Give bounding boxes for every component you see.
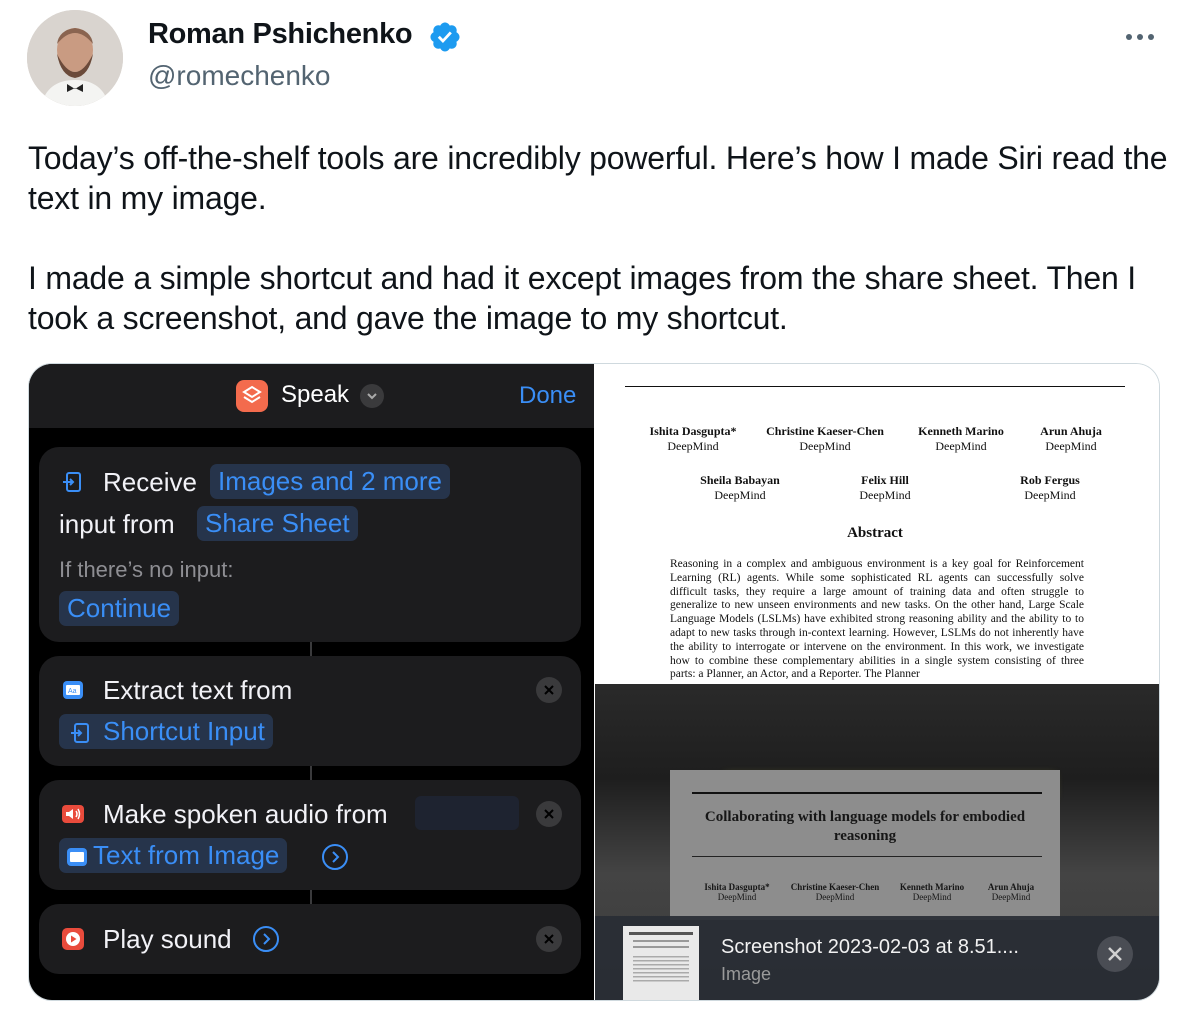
toast-subtitle: Image (721, 964, 772, 984)
shortcut-header: Speak Done (29, 364, 594, 428)
input-types-token[interactable]: Images and 2 more (210, 464, 451, 499)
title-rule (692, 856, 1042, 857)
paper-author: Christine Kaeser-Chen DeepMind (755, 424, 895, 454)
title-rule (625, 386, 1125, 387)
author-name: Felix Hill (861, 473, 909, 487)
text-recognition-icon (67, 848, 87, 866)
author-org: DeepMind (667, 439, 719, 453)
author-name: Ishita Dasgupta* (704, 882, 770, 892)
extract-text-action-card[interactable]: Aa Extract text from Shortcut Input (39, 656, 581, 766)
text-recognition-icon: Aa (63, 681, 83, 699)
author-org: DeepMind (991, 892, 1031, 902)
spoken-audio-action-card[interactable]: Make spoken audio from Text from Image (39, 780, 581, 890)
author-org: DeepMind (935, 439, 987, 453)
text-from-image-token[interactable]: Text from Image (59, 838, 288, 873)
tweet-paragraph: I made a simple shortcut and had it exce… (28, 260, 1136, 336)
input-from-label: input from (59, 509, 175, 539)
author-handle[interactable]: @romechenko (148, 60, 331, 92)
shortcut-title[interactable]: Speak (281, 381, 349, 409)
author-org: DeepMind (799, 439, 851, 453)
author-name: Rob Fergus (1020, 473, 1080, 487)
toast-title[interactable]: Screenshot 2023-02-03 at 8.51.... (721, 936, 1019, 959)
remove-action-icon[interactable] (536, 801, 562, 827)
tweet-paragraph: Today’s off-the-shelf tools are incredib… (28, 140, 1168, 216)
remove-action-icon[interactable] (536, 677, 562, 703)
abstract-heading: Abstract (847, 525, 903, 541)
chevron-right-circle-icon[interactable] (251, 924, 281, 954)
author-org: DeepMind (815, 892, 855, 902)
author-name: Christine Kaeser-Chen (790, 882, 880, 892)
play-sound-action-card[interactable]: Play sound (39, 904, 581, 974)
chevron-right-circle-icon[interactable] (320, 842, 350, 872)
author-org: DeepMind (714, 488, 766, 502)
author-name: Kenneth Marino (899, 882, 965, 892)
extract-text-label: Extract text from (103, 675, 293, 705)
title-rule (692, 792, 1042, 794)
paper-author: Felix Hill DeepMind (845, 473, 925, 503)
share-sheet-token[interactable]: Share Sheet (197, 506, 358, 541)
author-name[interactable]: Roman Pshichenko (148, 18, 413, 51)
done-button[interactable]: Done (519, 382, 576, 410)
photo-author: Ishita Dasgupta* DeepMind (694, 882, 780, 902)
author-name: Arun Ahuja (1040, 424, 1102, 438)
connector-line (310, 890, 312, 904)
paper-author: Ishita Dasgupta* DeepMind (643, 424, 743, 454)
more-options-icon[interactable] (1122, 22, 1158, 52)
shortcut-input-icon (71, 723, 89, 743)
avatar-photo (27, 10, 123, 106)
author-name: Sheila Babayan (700, 473, 780, 487)
paper-author: Rob Fergus DeepMind (1007, 473, 1093, 503)
connector-line (310, 642, 312, 656)
spoken-audio-label: Make spoken audio from (103, 799, 388, 829)
speaker-icon (62, 805, 84, 823)
author-name: Arun Ahuja (987, 882, 1035, 892)
avatar[interactable] (27, 10, 123, 106)
author-org: DeepMind (912, 892, 952, 902)
remove-action-icon[interactable] (536, 926, 562, 952)
svg-text:Aa: Aa (68, 688, 77, 695)
tweet-text: Today’s off-the-shelf tools are incredib… (28, 138, 1168, 338)
photo-author: Arun Ahuja DeepMind (976, 882, 1046, 902)
paper-author: Arun Ahuja DeepMind (1027, 424, 1115, 454)
photo-author: Kenneth Marino DeepMind (892, 882, 972, 902)
connector-line (310, 766, 312, 780)
paper-screenshot: Ishita Dasgupta* DeepMind Christine Kaes… (595, 364, 1159, 684)
close-icon[interactable] (1097, 936, 1133, 972)
receive-label: Receive (103, 467, 197, 497)
play-icon (62, 928, 84, 950)
screenshot-toast[interactable]: Screenshot 2023-02-03 at 8.51.... Image (595, 916, 1159, 1000)
empty-parameter-field[interactable] (415, 796, 519, 830)
play-sound-label: Play sound (103, 924, 232, 954)
camera-photo: Collaborating with language models for e… (595, 684, 1159, 1000)
receive-action-card[interactable]: Receive Images and 2 more input from Sha… (39, 447, 581, 642)
receive-icon (63, 472, 81, 492)
no-input-label: If there’s no input: (59, 557, 234, 582)
author-org: DeepMind (1045, 439, 1097, 453)
author-org: DeepMind (859, 488, 911, 502)
author-name: Kenneth Marino (918, 424, 1004, 438)
shortcuts-app-icon (236, 380, 268, 412)
shortcuts-screenshot[interactable]: Speak Done Receive Images and 2 more inp… (29, 364, 594, 1000)
photo-paper-title: Collaborating with language models for e… (704, 809, 1026, 844)
verified-badge-icon (430, 22, 460, 52)
author-org: DeepMind (1024, 488, 1076, 502)
author-org: DeepMind (717, 892, 757, 902)
photographed-paper: Collaborating with language models for e… (670, 770, 1060, 920)
paper-author: Sheila Babayan DeepMind (690, 473, 790, 503)
chevron-down-icon[interactable] (360, 384, 384, 408)
photo-author: Christine Kaeser-Chen DeepMind (782, 882, 888, 902)
screenshot-thumbnail[interactable] (623, 926, 699, 1000)
paper-author: Kenneth Marino DeepMind (911, 424, 1011, 454)
author-name: Ishita Dasgupta* (649, 424, 737, 438)
continue-token[interactable]: Continue (59, 591, 180, 626)
tweet-media[interactable]: Speak Done Receive Images and 2 more inp… (28, 363, 1160, 1001)
author-name: Christine Kaeser-Chen (766, 424, 884, 438)
abstract-body: Reasoning in a complex and ambiguous env… (670, 558, 1084, 680)
